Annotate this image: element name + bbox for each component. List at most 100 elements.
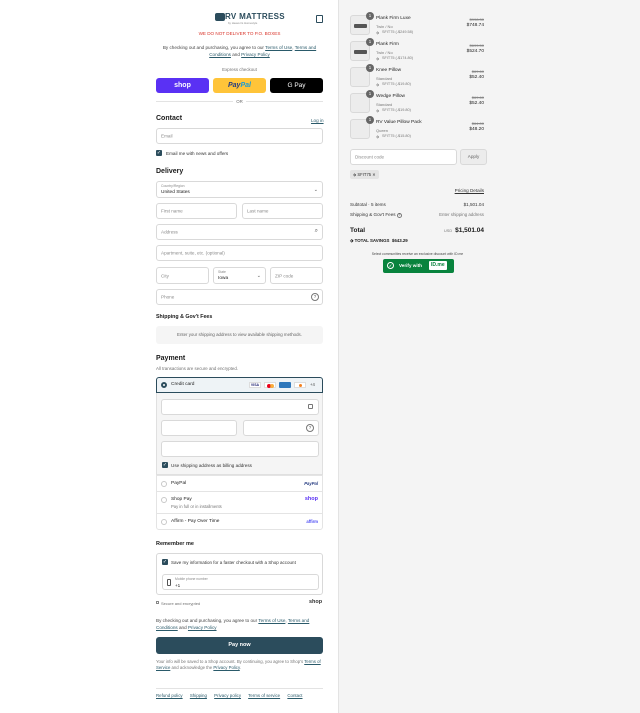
payment-subtitle: All transactions are secure and encrypte… <box>156 366 239 371</box>
billing-same-checkbox[interactable]: ✓ <box>162 462 168 468</box>
news-checkbox[interactable]: ✓ <box>156 150 162 156</box>
radio-icon <box>161 519 167 525</box>
pricing-details-link[interactable]: Pricing Details <box>455 188 484 193</box>
item-discount-code: SFIT75 (-$19.80) <box>382 108 411 112</box>
item-original-price: $699.50 <box>469 43 484 48</box>
item-price: $48.20 <box>469 127 484 132</box>
close-icon[interactable]: ✕ <box>371 172 376 177</box>
tag-icon: ⬗ <box>376 82 380 87</box>
terms-of-use-link[interactable]: Terms of Use <box>265 45 292 50</box>
discount-code-field[interactable]: Discount code <box>350 149 457 165</box>
order-summary-column: 1 Plank Firm Luxe Twin / No ⬗ SFIT75 (-$… <box>338 0 640 713</box>
expiration-field[interactable] <box>161 420 237 436</box>
visa-icon: VISA <box>249 382 261 388</box>
help-icon[interactable]: ? <box>311 293 319 301</box>
refund-policy-link[interactable]: Refund policy <box>156 693 183 698</box>
shipping-label: Shipping & Gov't Fees ? <box>350 212 402 218</box>
secure-label: Secure and encrypted <box>161 601 201 606</box>
bottom-terms: By checking out and purchasing, you agre… <box>156 618 310 630</box>
credit-card-option[interactable]: Credit card VISA +4 <box>156 377 323 393</box>
google-pay-button[interactable]: G Pay <box>270 78 323 93</box>
privacy-policy-link[interactable]: Privacy policy <box>214 693 241 698</box>
radio-icon <box>161 481 167 487</box>
billing-same-label: Use shipping address as billing address <box>171 463 252 468</box>
item-price: $52.40 <box>469 101 484 106</box>
card-number-field[interactable] <box>161 399 319 415</box>
tag-icon: ⬗ <box>376 134 380 139</box>
paypal-logo-icon: PayPal <box>304 481 318 486</box>
security-code-field[interactable]: ? <box>243 420 319 436</box>
mobile-phone-field[interactable]: Mobile phone number +1 <box>162 574 319 590</box>
help-icon[interactable]: ? <box>306 424 314 432</box>
shop-pay-button[interactable]: shop <box>156 78 209 93</box>
apartment-field[interactable]: Apartment, suite, etc. (optional) <box>156 245 323 261</box>
terms-of-service-link[interactable]: Terms of service <box>248 693 280 698</box>
email-field[interactable]: Email <box>156 128 323 144</box>
state-select[interactable]: State Iowa ⌄ <box>213 267 266 284</box>
shop-pay-option[interactable]: Shop Pay Pay in full or in installments … <box>156 491 323 513</box>
radio-selected-icon <box>161 382 167 388</box>
affirm-option[interactable]: Affirm - Pay Over Time affirm <box>156 513 323 530</box>
item-variant: Standard <box>376 102 393 107</box>
phone-field[interactable]: Phone ? <box>156 289 323 305</box>
shop-privacy-link[interactable]: Privacy Policy <box>213 665 239 670</box>
save-info-label: Save my information for a faster checkou… <box>171 560 296 565</box>
first-name-field[interactable]: First name <box>156 203 237 219</box>
total-label: Total <box>350 227 366 234</box>
address-field[interactable]: Address ⌕ <box>156 224 323 240</box>
applied-code-chip[interactable]: ⬗ SFIT75 ✕ <box>350 170 379 179</box>
quantity-badge: 1 <box>366 64 374 72</box>
tag-icon: ⬗ <box>376 30 380 35</box>
shipping-link[interactable]: Shipping <box>190 693 207 698</box>
subtotal-value: $1,501.04 <box>463 202 484 207</box>
last-name-field[interactable]: Last name <box>242 203 323 219</box>
country-select[interactable]: Country/Region United States ⌄ <box>156 181 323 198</box>
login-link[interactable]: Log in <box>311 118 324 123</box>
po-box-warning: WE DO NOT DELIVER TO P.O. BOXES <box>198 31 281 36</box>
lock-icon <box>156 601 159 604</box>
save-info-checkbox[interactable]: ✓ <box>162 559 168 565</box>
zip-field[interactable]: ZIP code <box>270 267 323 284</box>
shop-account-note: Your info will be saved to a Shop accoun… <box>156 659 321 670</box>
currency-code: USD <box>444 229 453 233</box>
radio-icon <box>161 497 167 503</box>
subtotal-label: Subtotal · 5 items <box>350 202 386 207</box>
paypal-button[interactable]: PayPal <box>213 78 266 93</box>
terms-of-use-link[interactable]: Terms of Use <box>258 618 285 623</box>
delivery-heading: Delivery <box>156 168 184 175</box>
privacy-policy-link[interactable]: Privacy Policy <box>188 625 217 630</box>
shop-logo-icon: shop <box>304 496 318 502</box>
apply-button[interactable]: Apply <box>460 149 487 165</box>
payment-heading: Payment <box>156 355 186 362</box>
paypal-option[interactable]: PayPal PayPal <box>156 475 323 491</box>
savings-row: ⬗ TOTAL SAVINGS $643.29 <box>350 238 408 243</box>
verify-idme-button[interactable]: ✓ Verify with ID.me <box>383 259 454 273</box>
item-original-price: $64.00 <box>471 121 484 126</box>
item-original-price: $69.60 <box>471 95 484 100</box>
item-original-price: $69.60 <box>471 69 484 74</box>
card-details-panel: ? ✓ Use shipping address as billing addr… <box>156 393 323 475</box>
item-variant: Twin / No <box>376 50 393 55</box>
shipping-heading: Shipping & Gov't Fees <box>156 314 213 320</box>
or-label: OR <box>233 99 246 104</box>
store-logo[interactable]: RV MATTRESS by Heaven's Homestyle <box>215 11 285 27</box>
lock-icon <box>308 404 313 409</box>
cart-bag-icon[interactable] <box>316 15 323 23</box>
shipping-value: Enter shipping address <box>439 212 484 217</box>
pay-now-button[interactable]: Pay now <box>156 637 323 654</box>
remember-box: ✓ Save my information for a faster check… <box>156 553 323 595</box>
item-variant: Queen <box>376 128 389 133</box>
checkout-form-column: RV MATTRESS by Heaven's Homestyle WE DO … <box>0 0 338 713</box>
city-field[interactable]: City <box>156 267 209 284</box>
remember-heading: Remember me <box>156 541 194 547</box>
help-icon[interactable]: ? <box>396 213 402 218</box>
discover-icon <box>294 382 306 388</box>
logo-mark-icon <box>215 13 225 21</box>
total-value: $1,501.04 <box>455 227 484 234</box>
item-discount-code: SFIT75 (-$174.80) <box>382 56 414 60</box>
contact-heading: Contact <box>156 115 183 122</box>
contact-link[interactable]: Contact <box>287 693 302 698</box>
search-icon: ⌕ <box>314 228 318 234</box>
name-on-card-field[interactable] <box>161 441 319 457</box>
privacy-policy-link[interactable]: Privacy Policy <box>241 52 270 57</box>
